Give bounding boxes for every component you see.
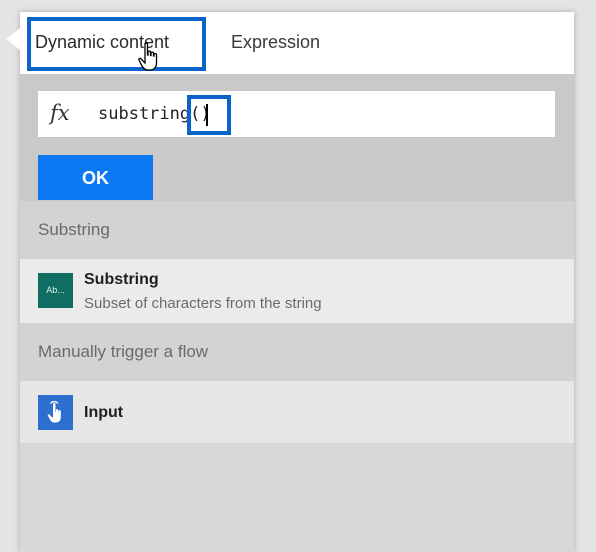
section-header-label: Substring (38, 220, 110, 239)
parenthesis-highlight-box (187, 95, 231, 135)
hand-cursor-icon (138, 42, 158, 71)
tab-expression[interactable]: Expression (231, 32, 320, 53)
list-item-substring[interactable] (20, 259, 574, 323)
item-title-substring: Substring (84, 271, 159, 288)
fx-icon: fx (50, 101, 70, 125)
section-header-substring: Substring (20, 201, 574, 259)
tab-highlight-box (27, 17, 206, 71)
text-function-icon: Ab... (38, 273, 73, 308)
panel-pointer-arrow (6, 28, 20, 50)
ok-button[interactable]: OK (38, 155, 153, 200)
item-title-input: Input (84, 404, 124, 421)
item-description-substring: Subset of characters from the string (84, 295, 322, 312)
text-caret (206, 104, 208, 126)
section-header-manual-trigger: Manually trigger a flow (20, 323, 574, 381)
touch-icon (38, 395, 73, 430)
section-header-label: Manually trigger a flow (38, 342, 209, 361)
